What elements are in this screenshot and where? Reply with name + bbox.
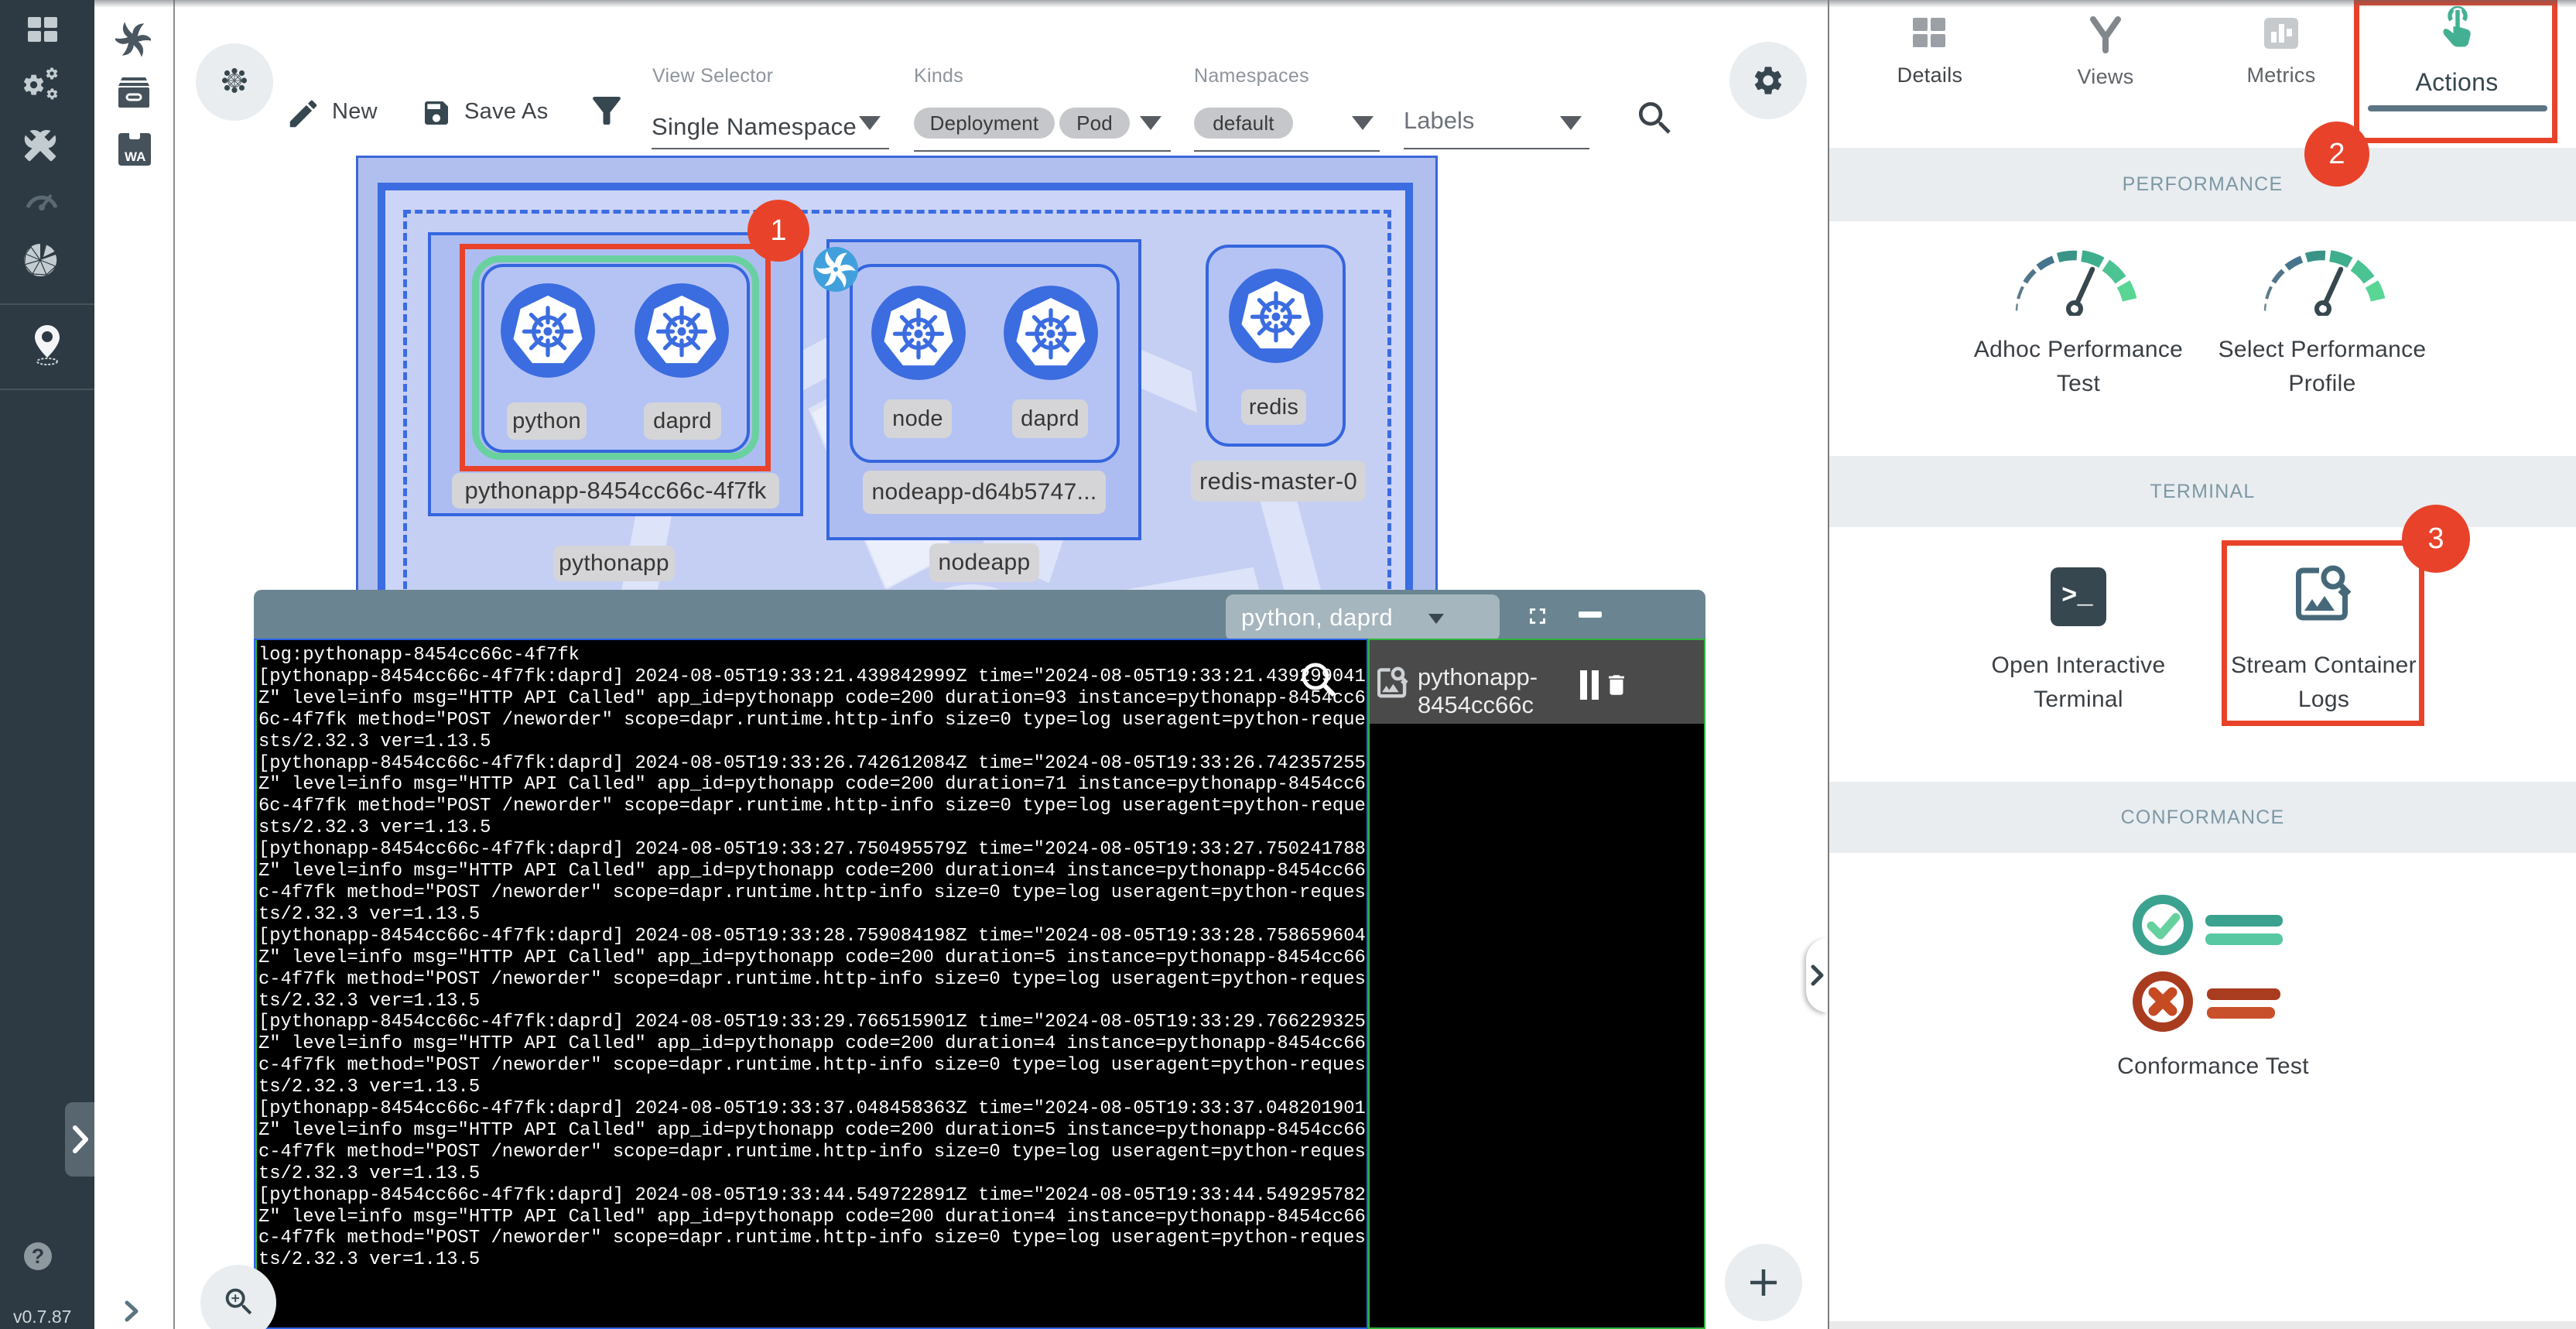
svg-text:WA: WA [125,149,145,164]
svg-text:>_: >_ [2061,582,2093,611]
